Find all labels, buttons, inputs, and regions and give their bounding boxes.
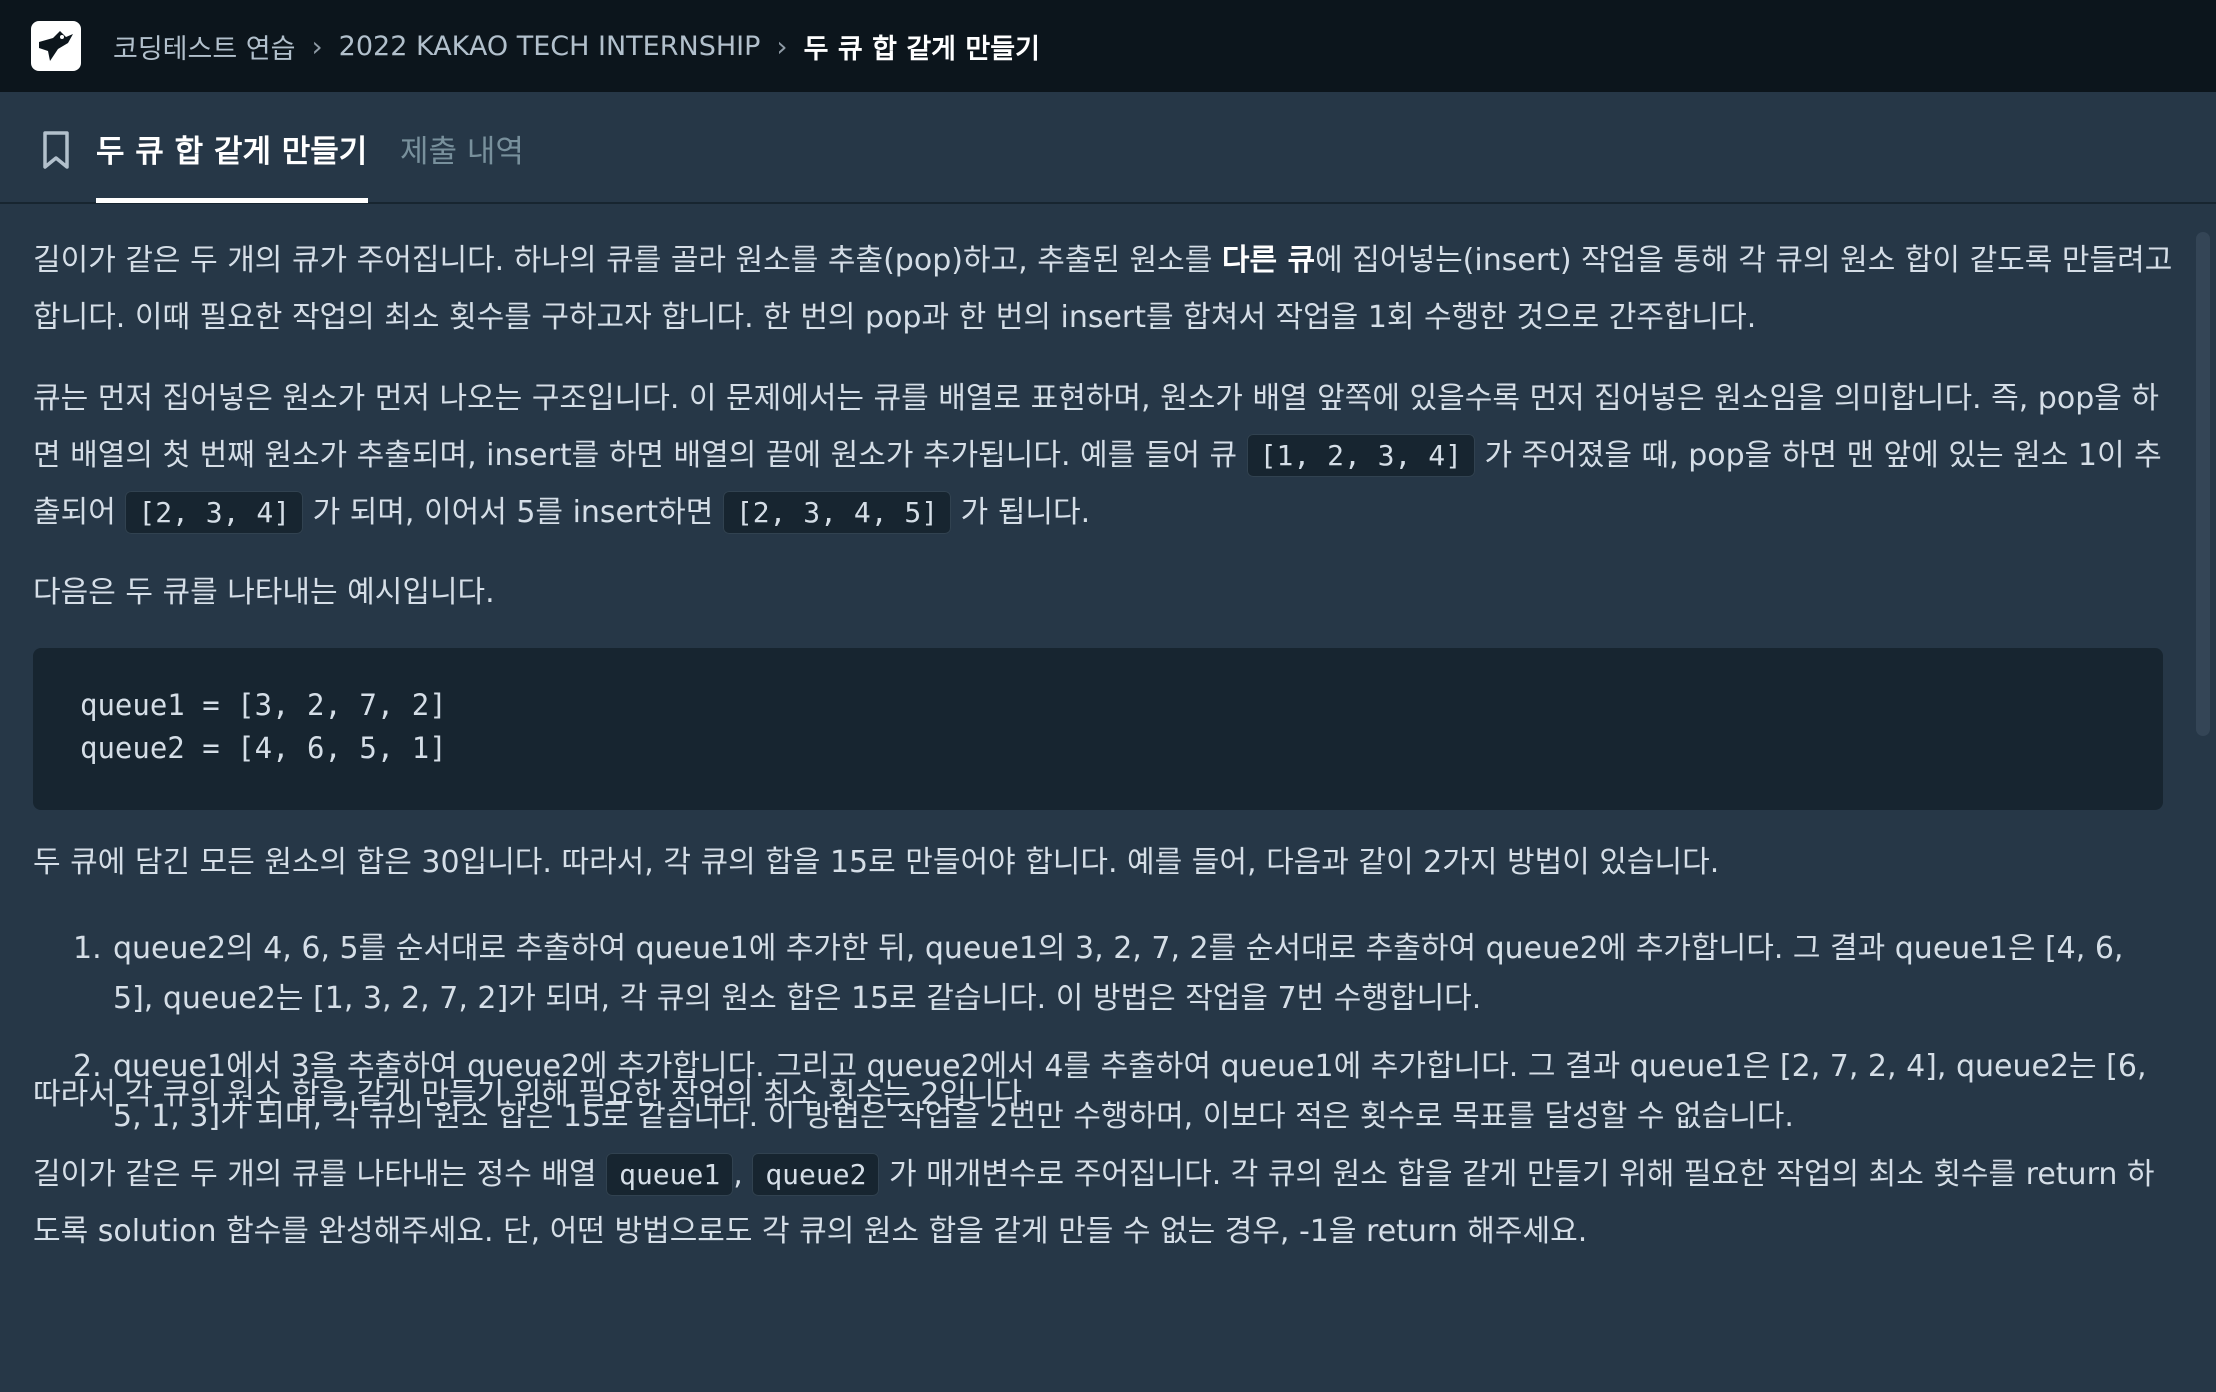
example-code-block: queue1 = [3, 2, 7, 2] queue2 = [4, 6, 5,… xyxy=(33,648,2163,810)
description-paragraph-6: 길이가 같은 두 개의 큐를 나타내는 정수 배열 queue1, queue2… xyxy=(33,1146,2173,1260)
breadcrumb-coding-test[interactable]: 코딩테스트 연습 xyxy=(113,27,295,66)
chevron-right-icon: › xyxy=(311,29,323,63)
list-item-number: 1. xyxy=(73,931,102,966)
description-paragraph-3: 다음은 두 큐를 나타내는 예시입니다. xyxy=(33,575,495,610)
description-paragraph-4: 두 큐에 담긴 모든 원소의 합은 30입니다. 따라서, 각 큐의 합을 15… xyxy=(33,845,1720,880)
list-item: 1. queue2의 4, 6, 5를 순서대로 추출하여 queue1에 추가… xyxy=(33,924,2173,1024)
description-paragraph-2: 큐는 먼저 집어넣은 원소가 먼저 나오는 구조입니다. 이 문제에서는 큐를 … xyxy=(33,370,2173,541)
inline-code: queue1 xyxy=(606,1153,734,1196)
inline-code: [2, 3, 4, 5] xyxy=(722,491,952,534)
breadcrumb: 코딩테스트 연습 › 2022 KAKAO TECH INTERNSHIP › … xyxy=(113,27,1040,66)
chevron-right-icon: › xyxy=(776,29,788,63)
tab-submission-history[interactable]: 제출 내역 xyxy=(400,126,524,171)
scrollbar-thumb[interactable] xyxy=(2196,232,2210,736)
description-paragraph-1: 길이가 같은 두 개의 큐가 주어집니다. 하나의 큐를 골라 원소를 추출(p… xyxy=(33,243,2173,335)
active-tab-indicator xyxy=(96,198,368,203)
problem-description-panel: 길이가 같은 두 개의 큐가 주어집니다. 하나의 큐를 골라 원소를 추출(p… xyxy=(0,206,2216,1392)
top-navigation-bar: 코딩테스트 연습 › 2022 KAKAO TECH INTERNSHIP › … xyxy=(0,0,2216,92)
example-ordered-list: 1. queue2의 4, 6, 5를 순서대로 추출하여 queue1에 추가… xyxy=(33,924,2173,1160)
inline-code: queue2 xyxy=(752,1153,880,1196)
list-item-text: queue2의 4, 6, 5를 순서대로 추출하여 queue1에 추가한 뒤… xyxy=(113,931,2124,1016)
inline-code: [1, 2, 3, 4] xyxy=(1246,434,1475,477)
programmers-logo-icon[interactable] xyxy=(31,21,81,71)
inline-code: [2, 3, 4] xyxy=(125,491,304,534)
description-paragraph-5: 따라서 각 큐의 원소 합을 같게 만들기 위해 필요한 작업의 최소 횟수는 … xyxy=(33,1077,1032,1112)
tab-problem-description[interactable]: 두 큐 합 같게 만들기 xyxy=(96,126,367,171)
code-line: queue1 = [3, 2, 7, 2] xyxy=(80,688,447,722)
problem-tab-bar: 두 큐 합 같게 만들기 제출 내역 xyxy=(0,92,2216,204)
breadcrumb-current-problem: 두 큐 합 같게 만들기 xyxy=(803,33,1040,65)
code-line: queue2 = [4, 6, 5, 1] xyxy=(80,731,447,765)
bookmark-icon[interactable] xyxy=(40,130,72,170)
breadcrumb-category[interactable]: 2022 KAKAO TECH INTERNSHIP xyxy=(339,31,761,62)
bold-text: 다른 큐 xyxy=(1221,243,1316,278)
